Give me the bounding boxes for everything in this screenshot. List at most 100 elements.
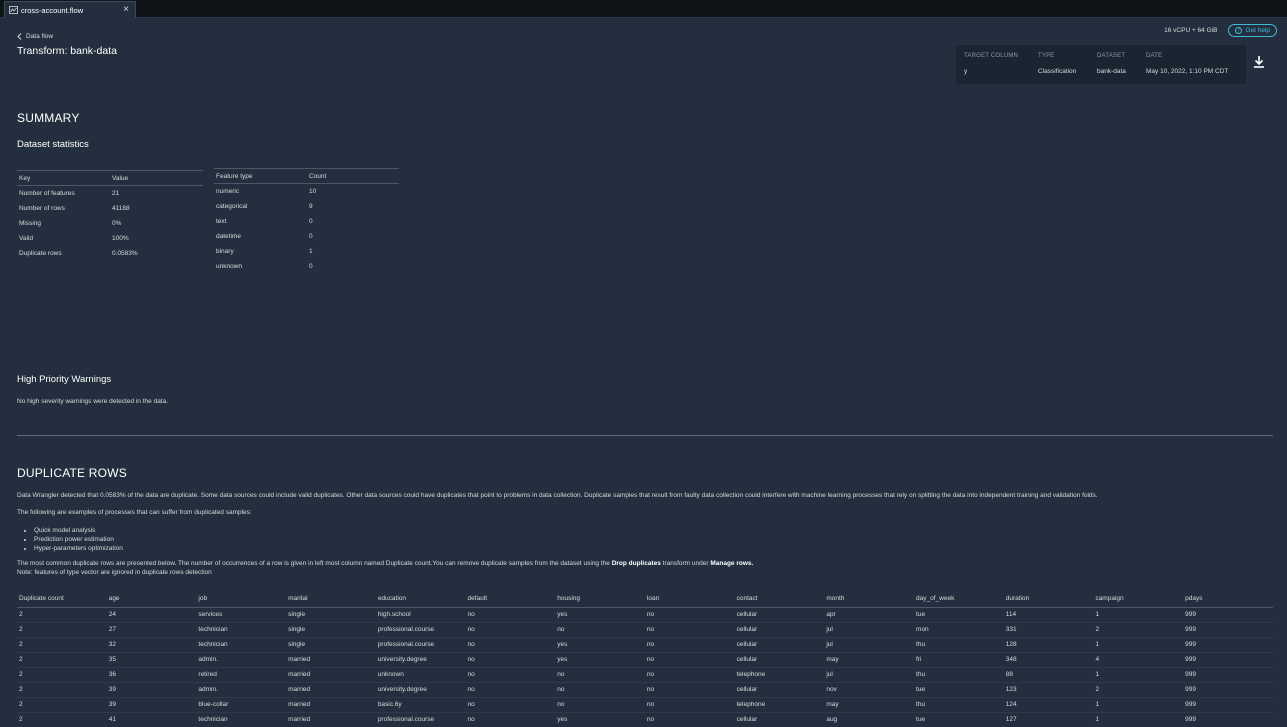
table-cell: 999 [1183,667,1273,683]
table-cell: fri [914,652,1004,668]
duplicates-processes-intro: The following are examples of processes … [17,509,252,516]
column-header[interactable]: campaign [1093,591,1184,608]
table-cell: 35 [106,652,197,668]
table-cell: Duplicate rows [19,249,62,257]
column-header[interactable]: loan [644,591,735,608]
meta-date: DATE May 10, 2022, 1:10 PM CDT [1146,53,1228,75]
duplicate-rows-heading: DUPLICATE ROWS [17,466,127,480]
hint-text: transform under [660,560,711,567]
table-cell: no [644,682,735,698]
close-icon[interactable]: × [123,4,129,16]
table-cell: 128 [1003,637,1094,653]
column-header[interactable]: housing [555,591,645,608]
table-cell: 2 [17,637,107,653]
table-cell: no [465,652,556,668]
meta-date-value: May 10, 2022, 1:10 PM CDT [1146,68,1229,75]
table-cell: 2 [17,607,107,623]
table-cell: university.degree [375,652,466,668]
table-cell: technician [196,637,287,653]
column-header[interactable]: default [465,591,556,608]
column-header[interactable]: month [824,591,915,608]
table-cell: categorical [216,202,248,210]
table-cell: no [465,667,556,683]
table-cell: tue [914,682,1004,698]
column-header[interactable]: age [106,591,197,608]
column-header[interactable]: contact [734,591,825,608]
column-header[interactable]: day_of_week [914,591,1004,608]
table-cell: 39 [106,697,197,713]
table-cell: married [286,682,376,698]
table-cell: 999 [1183,712,1273,727]
tab-title: cross-account.flow [21,5,84,15]
column-header[interactable]: duration [1003,591,1094,608]
table-cell: 9 [309,202,313,210]
table-cell: basic.6y [375,697,466,713]
table-cell: 2 [17,682,107,698]
table-cell: Number of features [19,189,75,197]
table-cell: Number of rows [19,204,65,212]
table-cell: yes [555,712,645,727]
table-cell: 27 [106,622,197,638]
get-help-button[interactable]: ? Get help [1228,24,1277,37]
table-cell: cellular [734,637,825,653]
duplicate-rows-table: Duplicate count age job marital education def… [17,591,1273,727]
table-cell: apr [824,607,915,623]
meta-dataset-value: bank-data [1097,68,1126,75]
column-header[interactable]: pdays [1183,591,1273,608]
table-cell: no [465,637,556,653]
table-cell: technician [196,712,287,727]
table-cell: no [644,637,735,653]
table-cell: 2 [1093,682,1184,698]
back-to-data-flow-link[interactable]: Data flow [17,33,53,40]
table-cell: yes [555,607,645,623]
page-title: Transform: bank-data [17,45,117,57]
table-cell: thu [914,697,1004,713]
column-header[interactable]: marital [286,591,376,608]
table-cell: professional.course [375,637,466,653]
table-cell: 1 [1093,607,1184,623]
table-cell: 114 [1003,607,1094,623]
table-cell: 0.0583% [112,249,138,257]
meta-target-column-value: y [964,68,968,75]
table-cell: admin. [196,652,287,668]
feature-types-table: Feature type Count numeric 10 categorical 9… [214,168,399,274]
table-row: Number of features 21 [17,186,203,201]
table-row: Valid 100% [17,231,203,246]
column-header: Key [17,170,110,186]
table-cell: university.degree [375,682,466,698]
chevron-left-icon [17,33,22,40]
column-header: Count [307,168,399,184]
table-cell: no [555,682,645,698]
table-cell: no [465,682,556,698]
table-row: datetime 0 [214,229,399,244]
table-cell: 21 [112,189,120,197]
column-header[interactable]: job [196,591,287,608]
table-cell: 1 [1093,637,1184,653]
table-cell: no [555,667,645,683]
table-cell: 999 [1183,622,1273,638]
table-cell: 1 [309,247,313,255]
table-cell: aug [824,712,915,727]
table-cell: married [286,712,376,727]
meta-target-column-label: TARGET COLUMN [964,53,1019,59]
table-cell: 999 [1183,652,1273,668]
download-icon[interactable] [1252,55,1266,69]
table-cell: 2 [17,712,107,727]
table-row: 2 35 admin. married university.degree no yes no… [17,652,1273,668]
table-row: 2 32 technician single professional.course no… [17,637,1273,653]
column-header: Value [110,170,203,186]
tab-bar: cross-account.flow × [0,0,1287,18]
instance-resources: 16 vCPU + 64 GiB [1164,27,1218,34]
high-priority-warnings-heading: High Priority Warnings [17,374,112,385]
back-label: Data flow [26,33,54,40]
section-divider [17,435,1273,436]
table-cell: 2 [17,652,107,668]
table-cell: 124 [1003,697,1094,713]
column-header[interactable]: education [375,591,466,608]
column-header[interactable]: Duplicate count [17,591,107,608]
tab-cross-account-flow[interactable]: cross-account.flow × [4,1,136,18]
table-cell: 348 [1003,652,1094,668]
list-item: Prediction power estimation [34,535,123,544]
table-cell: no [644,652,735,668]
list-item: Quick model analysis [34,526,123,535]
